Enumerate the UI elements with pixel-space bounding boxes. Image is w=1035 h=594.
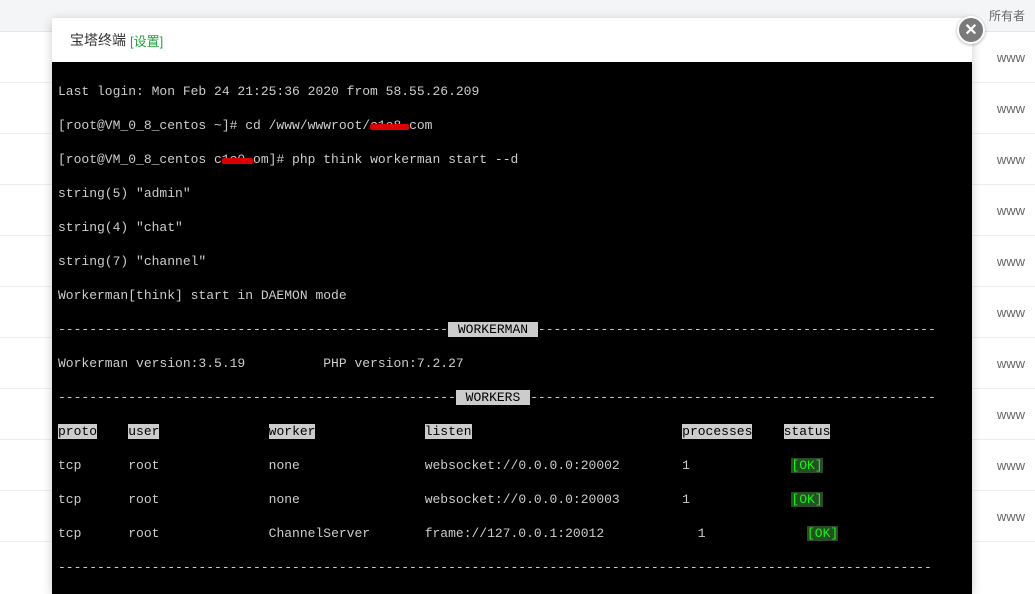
term-divider-workerman: ----------------------------------------… <box>52 321 972 338</box>
close-icon: ✕ <box>964 20 977 40</box>
term-prompt-2: [root@VM_0_8_centos c1c0.om]# php think … <box>52 151 972 168</box>
term-table-row: tcp root none websocket://0.0.0.0:20002 … <box>52 457 972 474</box>
terminal-modal-overlay: ✕ 宝塔终端 [设置] Last login: Mon Feb 24 21:25… <box>52 18 1035 594</box>
term-string-2: string(4) "chat" <box>52 219 972 236</box>
term-string-1: string(5) "admin" <box>52 185 972 202</box>
modal-header: 宝塔终端 [设置] <box>52 18 972 62</box>
redacted-domain: 1c0. <box>222 151 253 168</box>
settings-link[interactable]: [设置] <box>130 31 163 50</box>
term-prompt-1: [root@VM_0_8_centos ~]# cd /www/wwwroot/… <box>52 117 972 134</box>
redacted-domain: c1c8. <box>370 117 409 134</box>
term-divider-bottom: ----------------------------------------… <box>52 559 972 576</box>
term-table-row: tcp root none websocket://0.0.0.0:20003 … <box>52 491 972 508</box>
terminal-modal: 宝塔终端 [设置] Last login: Mon Feb 24 21:25:3… <box>52 18 972 594</box>
modal-title: 宝塔终端 <box>70 30 126 50</box>
term-divider-workers: ----------------------------------------… <box>52 389 972 406</box>
term-version: Workerman version:3.5.19 PHP version:7.2… <box>52 355 972 372</box>
term-table-header: proto user worker listen processes statu… <box>52 423 972 440</box>
term-table-row: tcp root ChannelServer frame://127.0.0.1… <box>52 525 972 542</box>
terminal-output[interactable]: Last login: Mon Feb 24 21:25:36 2020 fro… <box>52 62 972 594</box>
close-button[interactable]: ✕ <box>957 16 985 44</box>
term-string-3: string(7) "channel" <box>52 253 972 270</box>
term-daemon-mode: Workerman[think] start in DAEMON mode <box>52 287 972 304</box>
term-last-login: Last login: Mon Feb 24 21:25:36 2020 fro… <box>52 83 972 100</box>
